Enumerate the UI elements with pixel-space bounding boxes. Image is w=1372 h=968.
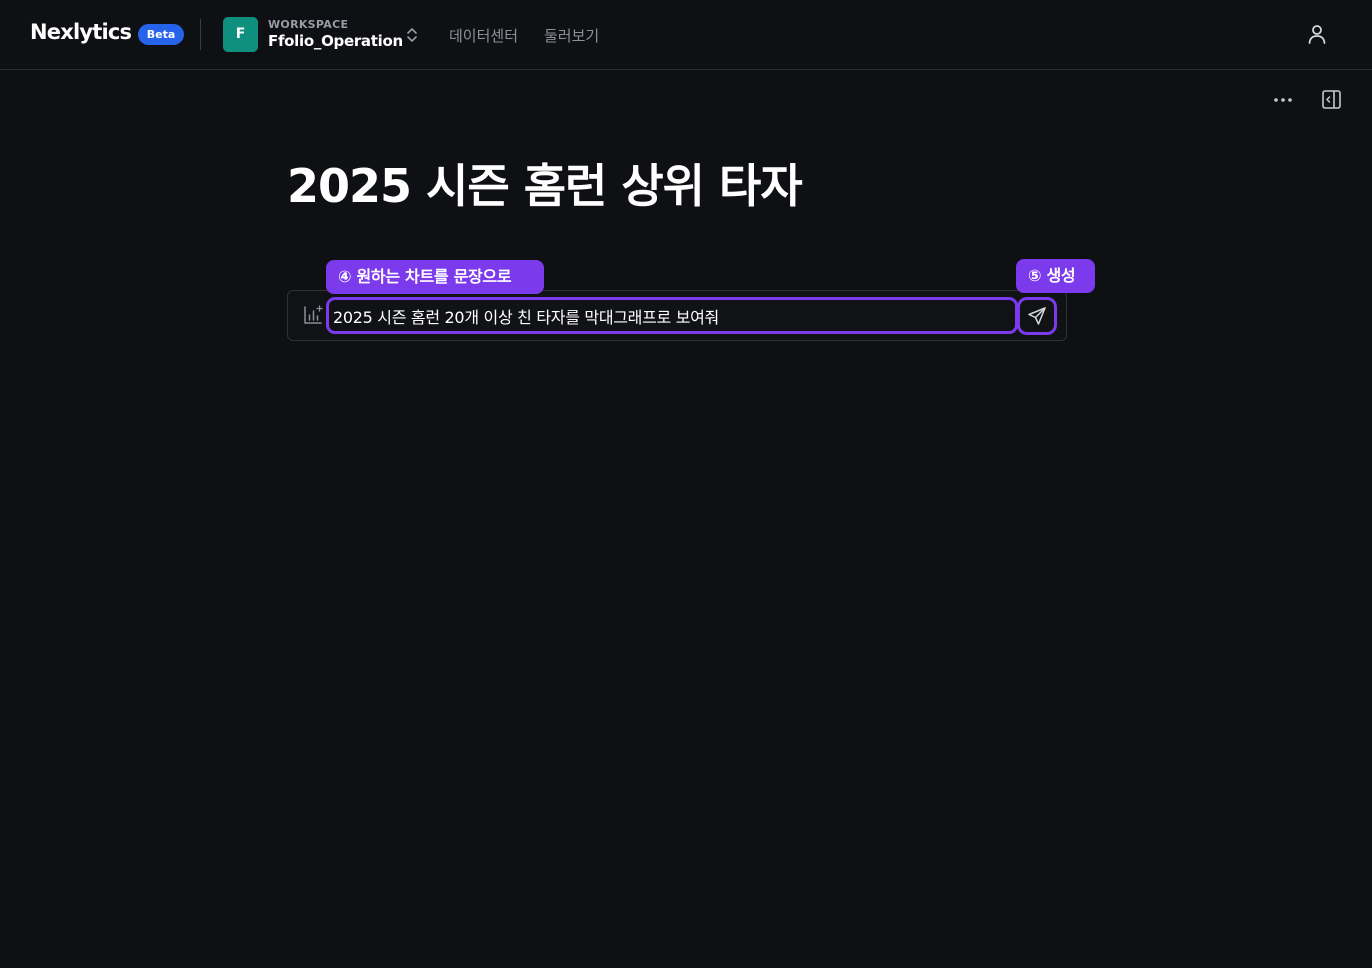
chart-prompt-input[interactable]	[326, 297, 1018, 334]
nav-data-center[interactable]: 데이터센터	[449, 25, 518, 46]
send-icon	[1028, 307, 1046, 325]
workspace-caption: WORKSPACE	[268, 18, 349, 31]
header-divider	[200, 19, 201, 50]
top-bar: Nexlytics Beta F WORKSPACE Ffolio_Operat…	[0, 0, 1372, 70]
nav-explore[interactable]: 둘러보기	[544, 25, 599, 46]
page-title[interactable]: 2025 시즌 홈런 상위 타자	[287, 150, 803, 216]
beta-badge: Beta	[138, 24, 184, 45]
user-icon[interactable]	[1305, 22, 1329, 46]
workspace-avatar[interactable]: F	[223, 17, 258, 52]
chart-sparkle-icon	[302, 304, 324, 326]
chevron-up-down-icon[interactable]	[405, 26, 419, 44]
step-5-callout: ⑤ 생성	[1016, 259, 1095, 293]
step-4-callout: ④ 원하는 차트를 문장으로	[326, 260, 544, 294]
panel-collapse-icon[interactable]	[1320, 88, 1343, 111]
workspace-name[interactable]: Ffolio_Operation	[268, 32, 403, 50]
send-button[interactable]	[1017, 297, 1057, 335]
brand-logo[interactable]: Nexlytics	[30, 20, 132, 44]
more-horizontal-icon[interactable]	[1271, 90, 1295, 110]
